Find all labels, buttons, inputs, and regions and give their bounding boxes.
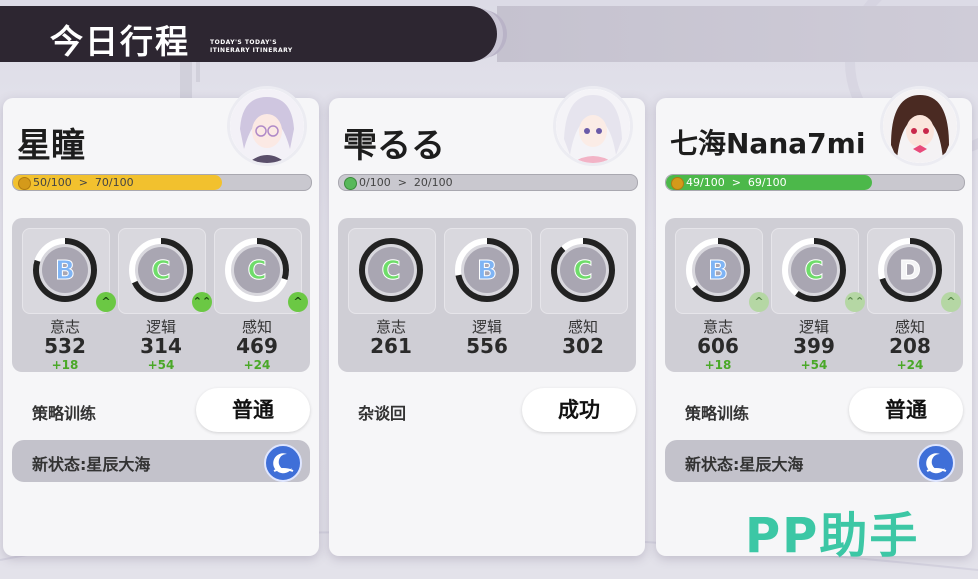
stat-up-arrow-icon: ^ <box>288 292 308 312</box>
action-label: 策略训练 <box>685 404 750 423</box>
stat-value: 532 <box>44 334 86 358</box>
stat-value: 208 <box>889 334 931 358</box>
subtitle-line-1: TODAY'S TODAY'S <box>210 39 278 46</box>
coin-icon <box>18 177 31 190</box>
stat-up-arrow-icon: ^ <box>96 292 116 312</box>
stats-panel: B ^ 意志 606 +18 C ⌃⌃ 逻辑 399 +54 D ^ 感知 20… <box>665 218 963 372</box>
stat-delta: +54 <box>800 358 828 372</box>
stat-delta: +24 <box>243 358 271 372</box>
action-row: 杂谈回 成功 <box>338 388 636 432</box>
grade-ring: C <box>551 238 615 302</box>
action-row: 策略训练 普通 <box>665 388 963 432</box>
stat-value: 469 <box>236 334 278 358</box>
new-state-row: 新状态:星辰大海 <box>665 440 963 482</box>
grade-ring: C <box>359 238 423 302</box>
grade-ring: D <box>878 238 942 302</box>
stat-up-arrow-icon: ^ <box>749 292 769 312</box>
grade-letter: C <box>247 256 266 286</box>
grade-letter: C <box>381 256 400 286</box>
stats-panel: B ^ 意志 532 +18 C ⌃⌃ 逻辑 314 +54 C ^ 感知 46… <box>12 218 310 372</box>
stat-up-arrow-icon: ^ <box>941 292 961 312</box>
grade-letter: C <box>151 256 170 286</box>
stat-delta: +24 <box>896 358 924 372</box>
affinity-progress-text: 50/100 > 70/100 <box>33 176 134 189</box>
subtitle-line-2: ITINERARY ITINERARY <box>210 47 293 54</box>
new-state-label: 新状态:星辰大海 <box>32 455 151 474</box>
character-avatar-shizuku-lulu <box>553 86 633 166</box>
character-avatar-nana7mi <box>880 86 960 166</box>
action-result-badge: 成功 <box>522 388 636 432</box>
new-state-row: 新状态:星辰大海 <box>12 440 310 482</box>
stat-value: 556 <box>466 334 508 358</box>
character-name: 雫るる <box>343 126 445 166</box>
new-state-label: 新状态:星辰大海 <box>685 455 804 474</box>
header-background-band <box>497 6 978 62</box>
page-subtitle: TODAY'S TODAY'S ITINERARY ITINERARY <box>210 39 293 55</box>
stats-panel: C 意志 261 B 逻辑 556 C 感知 302 <box>338 218 636 372</box>
grade-letter: C <box>804 256 823 286</box>
action-label: 策略训练 <box>32 404 97 423</box>
grade-letter: D <box>899 256 921 286</box>
coin-icon <box>671 177 684 190</box>
stat-value: 302 <box>562 334 604 358</box>
page-title: 今日行程 <box>50 22 190 61</box>
affinity-progress-bar: 0/100 > 20/100 <box>338 174 638 191</box>
character-name: 星瞳 <box>17 126 85 166</box>
moon-star-icon <box>264 444 302 482</box>
affinity-progress-bar: 49/100 > 69/100 <box>665 174 965 191</box>
stat-delta: +54 <box>147 358 175 372</box>
action-row: 策略训练 普通 <box>12 388 310 432</box>
stat-delta: +18 <box>51 358 79 372</box>
action-label: 杂谈回 <box>358 404 407 423</box>
stat-delta: +18 <box>704 358 732 372</box>
grade-ring: C <box>129 238 193 302</box>
character-name: 七海Nana7mi <box>670 127 866 160</box>
stat-value: 399 <box>793 334 835 358</box>
grade-letter: B <box>55 256 75 286</box>
affinity-progress-text: 0/100 > 20/100 <box>359 176 453 189</box>
itinerary-card-xingtong: 星瞳 50/100 > 70/100 B ^ 意志 532 +18 C ⌃⌃ 逻 <box>3 86 319 556</box>
character-avatar-xingtong <box>227 86 307 166</box>
smile-icon <box>344 177 357 190</box>
stat-double-up-arrow-icon: ⌃⌃ <box>845 292 865 312</box>
grade-letter: B <box>708 256 728 286</box>
affinity-progress-text: 49/100 > 69/100 <box>686 176 787 189</box>
stat-value: 606 <box>697 334 739 358</box>
grade-letter: C <box>573 256 592 286</box>
itinerary-card-lulu: 雫るる 0/100 > 20/100 C 意志 261 B 逻辑 556 C 感… <box>329 86 645 556</box>
action-result-badge: 普通 <box>849 388 963 432</box>
moon-star-icon <box>917 444 955 482</box>
stat-double-up-arrow-icon: ⌃⌃ <box>192 292 212 312</box>
grade-ring: B <box>33 238 97 302</box>
watermark-logo: PP助手 <box>745 508 920 564</box>
stat-value: 314 <box>140 334 182 358</box>
grade-ring: B <box>686 238 750 302</box>
action-result-badge: 普通 <box>196 388 310 432</box>
affinity-progress-bar: 50/100 > 70/100 <box>12 174 312 191</box>
grade-letter: B <box>477 256 497 286</box>
grade-ring: B <box>455 238 519 302</box>
grade-ring: C <box>782 238 846 302</box>
grade-ring: C <box>225 238 289 302</box>
page-header: 今日行程 TODAY'S TODAY'S ITINERARY ITINERARY <box>0 6 497 62</box>
itinerary-card-nana7mi: 七海Nana7mi 49/100 > 69/100 B ^ 意志 606 +18… <box>656 86 972 556</box>
stat-value: 261 <box>370 334 412 358</box>
